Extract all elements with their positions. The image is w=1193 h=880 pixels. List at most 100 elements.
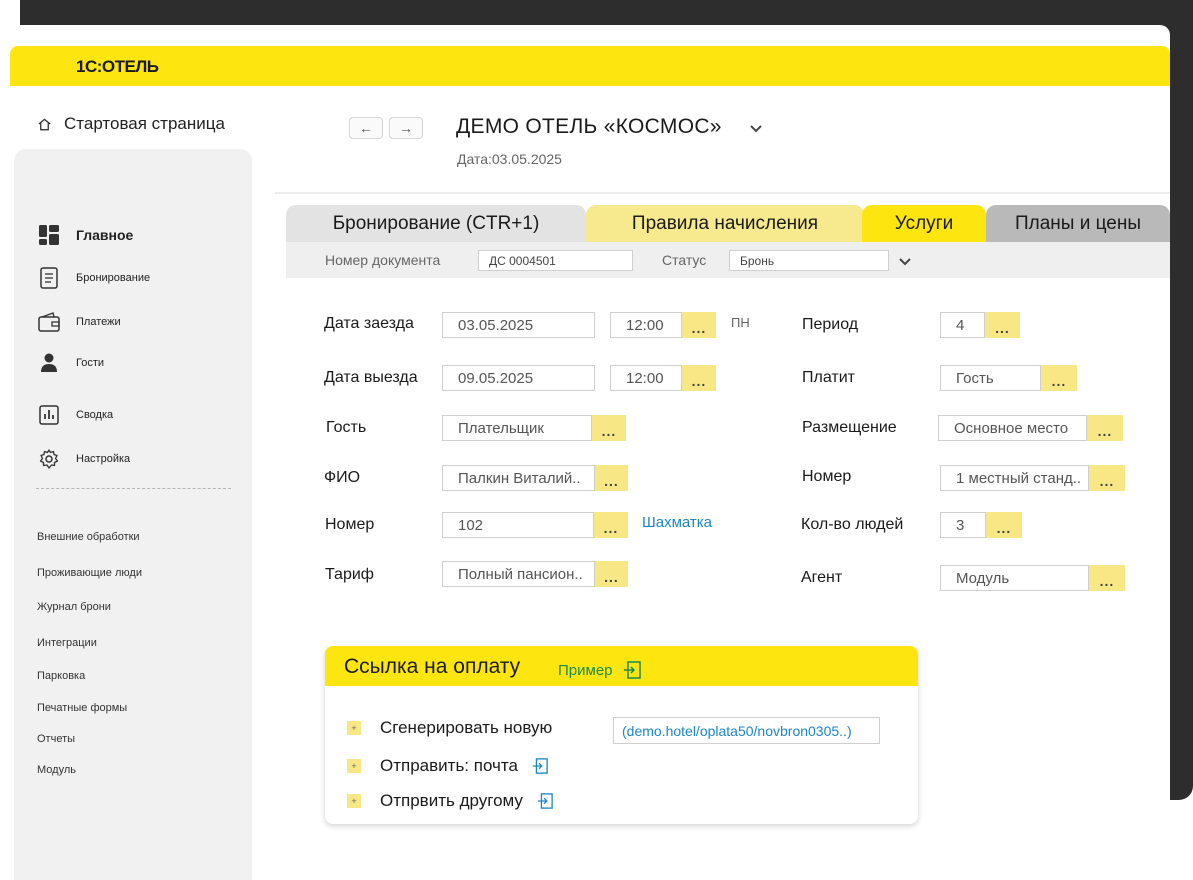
room-label: Номер (325, 516, 375, 533)
sidebar-item-payments[interactable]: Платежи (38, 311, 121, 333)
period-select-button[interactable]: ... (985, 312, 1020, 338)
example-link-label: Пример (558, 661, 613, 679)
people-count-label: Кол-во людей (801, 516, 904, 533)
dashboard-icon (38, 224, 60, 246)
payer-select-button[interactable]: ... (1041, 365, 1077, 391)
tariff-select-button[interactable]: ... (595, 561, 628, 587)
send-other-label: Отпрвить другому (380, 791, 523, 810)
sidebar-divider (36, 488, 231, 489)
guest-select-button[interactable]: ... (592, 415, 626, 441)
tariff-field[interactable]: Полный пансион.. (442, 561, 595, 587)
room-type-select-button[interactable]: ... (1089, 465, 1125, 491)
tab-services[interactable]: Услуги (862, 205, 986, 242)
fio-field[interactable]: Палкин Виталий.. (442, 465, 595, 491)
placement-label: Размещение (802, 419, 897, 436)
sidebar-item-guests[interactable]: Гости (38, 352, 104, 374)
generate-link-action[interactable]: + Сгенерировать новую (347, 718, 552, 738)
home-link[interactable]: Стартовая страница (37, 114, 225, 134)
send-mail-label: Отправить: почта (380, 756, 518, 775)
send-other-action[interactable]: + Отпрвить другому (347, 791, 553, 811)
home-label: Стартовая страница (64, 114, 225, 133)
chevron-down-icon[interactable] (748, 120, 764, 136)
back-button[interactable]: ← (349, 117, 383, 139)
fio-select-button[interactable]: ... (595, 465, 628, 491)
app-logo: 1С:ОТЕЛЬ (76, 57, 159, 76)
sidebar-item-label: Сводка (76, 409, 114, 421)
plus-icon: + (347, 759, 361, 773)
people-count-select-button[interactable]: ... (986, 512, 1022, 538)
placement-select-button[interactable]: ... (1087, 415, 1123, 441)
sidebar-item-label: Платежи (76, 316, 121, 328)
fio-label: ФИО (324, 469, 361, 486)
checkout-time-field[interactable]: 12:00 (610, 365, 682, 391)
example-link[interactable]: Пример (558, 661, 641, 679)
sidebar-subitem[interactable]: Проживающие люди (37, 567, 142, 579)
tab-charge-rules[interactable]: Правила начисления (586, 205, 864, 242)
period-field[interactable]: 4 (940, 312, 985, 338)
room-type-field[interactable]: 1 местный станд.. (940, 465, 1089, 491)
status-label: Статус (662, 252, 707, 268)
bar-chart-icon (38, 404, 60, 426)
checkout-time-picker-button[interactable]: ... (682, 365, 716, 391)
placement-field[interactable]: Основное место (938, 415, 1087, 441)
room-field[interactable]: 102 (442, 512, 594, 538)
sidebar-item-label: Гости (76, 357, 105, 369)
period-label: Период (802, 316, 859, 333)
sidebar-subitem[interactable]: Интеграции (37, 637, 97, 649)
forward-button[interactable]: → (389, 117, 423, 139)
checkin-time-field[interactable]: 12:00 (610, 312, 682, 338)
sidebar-item-label: Бронирование (76, 272, 151, 284)
payer-field[interactable]: Гость (940, 365, 1041, 391)
document-bar: Номер документа ДС 0004501 Статус Бронь (286, 242, 1170, 278)
sidebar-subitem[interactable]: Модуль (37, 764, 76, 776)
weekday-label: ПН (731, 315, 750, 330)
send-mail-action[interactable]: + Отправить: почта (347, 756, 548, 776)
payment-link-header: Ссылка на оплату Пример (325, 646, 918, 686)
gear-icon (38, 448, 60, 470)
agent-label: Агент (801, 569, 843, 586)
room-select-button[interactable]: ... (594, 512, 628, 538)
tariff-label: Тариф (325, 566, 374, 583)
open-link-icon (623, 661, 641, 679)
plus-icon: + (347, 721, 361, 735)
sidebar-item-label: Главное (76, 227, 134, 243)
checkin-date-field[interactable]: 03.05.2025 (442, 312, 595, 338)
doc-number-field[interactable]: ДС 0004501 (478, 250, 633, 271)
sidebar-subitem[interactable]: Парковка (37, 670, 85, 682)
checkout-date-field[interactable]: 09.05.2025 (442, 365, 595, 391)
sidebar-item-main[interactable]: Главное (38, 224, 133, 246)
doc-number-label: Номер документа (325, 252, 441, 268)
tab-plans-prices[interactable]: Планы и цены (986, 205, 1170, 242)
agent-field[interactable]: Модуль (940, 565, 1089, 591)
payment-url-field[interactable]: (demo.hotel/oplata50/novbron0305..) (613, 717, 880, 744)
agent-select-button[interactable]: ... (1089, 565, 1125, 591)
header-divider (275, 192, 1170, 194)
sidebar-item-settings[interactable]: Настройка (38, 448, 130, 470)
tab-booking[interactable]: Бронирование (CTR+1) (286, 205, 586, 242)
sidebar-subitem[interactable]: Отчеты (37, 733, 75, 745)
chevron-down-icon[interactable] (898, 255, 912, 269)
checkout-label: Дата выезда (324, 369, 418, 386)
sidebar-item-label: Настройка (76, 453, 131, 465)
status-select[interactable]: Бронь (729, 250, 889, 271)
checkin-label: Дата заезда (324, 315, 414, 332)
user-icon (38, 352, 60, 374)
guest-field[interactable]: Плательщик (442, 415, 592, 441)
send-icon[interactable] (537, 793, 553, 809)
sidebar-subitem[interactable]: Журнал брони (37, 601, 111, 613)
people-count-field[interactable]: 3 (940, 512, 986, 538)
chess-link[interactable]: Шахматка (642, 514, 712, 531)
sidebar-item-summary[interactable]: Сводка (38, 404, 113, 426)
top-bar: 1С:ОТЕЛЬ (10, 46, 1170, 86)
document-list-icon (38, 267, 60, 289)
sidebar-item-booking[interactable]: Бронирование (38, 267, 150, 289)
plus-icon: + (347, 794, 361, 808)
guest-label: Гость (326, 419, 367, 436)
app-window: 1С:ОТЕЛЬ Стартовая страница Главное Брон… (10, 25, 1170, 880)
sidebar-subitem[interactable]: Внешние обработки (37, 531, 140, 543)
hotel-title[interactable]: ДЕМО ОТЕЛЬ «КОСМОС» (456, 115, 722, 139)
payer-label: Платит (802, 369, 855, 386)
send-icon[interactable] (532, 758, 548, 774)
checkin-time-picker-button[interactable]: ... (682, 312, 716, 338)
sidebar-subitem[interactable]: Печатные формы (37, 702, 127, 714)
